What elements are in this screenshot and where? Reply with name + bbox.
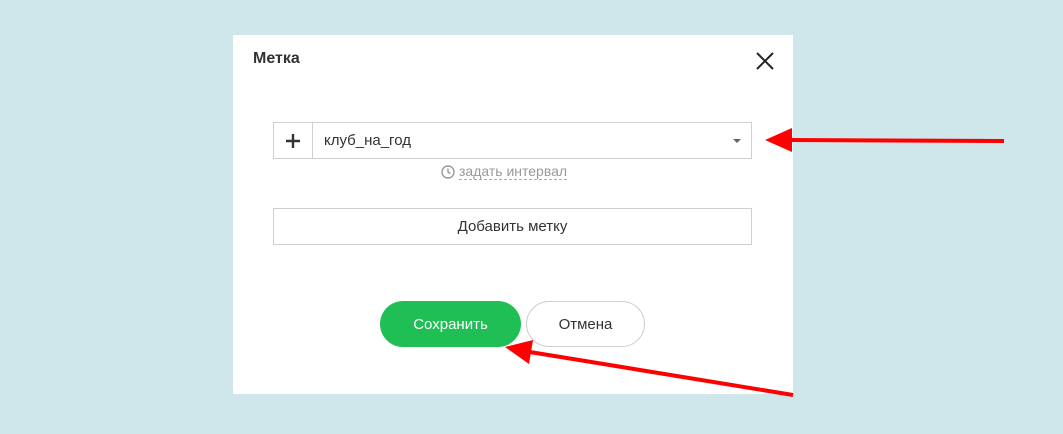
set-interval-label: задать интервал (459, 163, 568, 180)
tag-dialog: Метка клуб_на_год задать интервал Добави… (233, 35, 793, 394)
add-tag-button[interactable]: Добавить метку (273, 208, 752, 245)
tag-select-value: клуб_на_год (324, 132, 411, 149)
plus-icon (286, 133, 300, 148)
tag-select[interactable]: клуб_на_год (313, 123, 751, 158)
dialog-title: Метка (253, 50, 300, 67)
chevron-down-icon (733, 139, 741, 143)
cancel-button[interactable]: Отмена (526, 301, 645, 347)
annotation-arrow-to-select (765, 128, 1005, 152)
clock-icon (441, 164, 455, 179)
add-tag-plus-button[interactable] (274, 123, 313, 158)
tag-row: клуб_на_год (273, 122, 752, 159)
close-icon (756, 52, 774, 70)
set-interval-link[interactable]: задать интервал (441, 163, 568, 180)
save-button[interactable]: Сохранить (380, 301, 521, 347)
close-button[interactable] (753, 49, 777, 73)
